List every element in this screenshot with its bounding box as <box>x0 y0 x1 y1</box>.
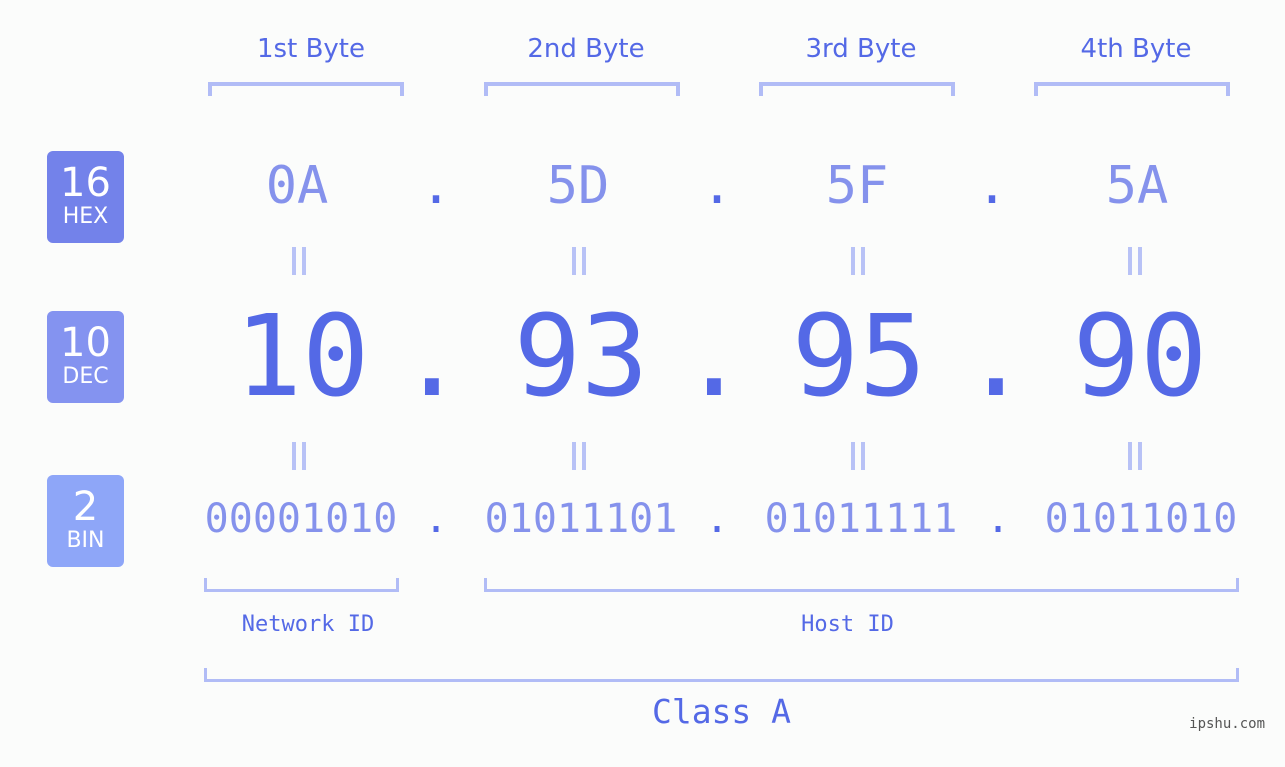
equals-icon <box>290 442 310 470</box>
class-label: Class A <box>651 692 792 731</box>
class-bracket <box>204 668 1239 682</box>
equals-icon <box>290 247 310 275</box>
byte-label-1: 1st Byte <box>257 34 365 64</box>
bin-separator: . <box>985 496 1011 542</box>
byte-bracket-4 <box>1034 82 1230 96</box>
hex-separator: . <box>420 156 452 216</box>
hex-separator: . <box>976 156 1008 216</box>
equals-icon <box>570 442 590 470</box>
equals-icon <box>849 442 869 470</box>
watermark: ipshu.com <box>1189 716 1265 732</box>
byte-bracket-3 <box>759 82 955 96</box>
dec-badge: 10 DEC <box>47 311 124 403</box>
bin-badge: 2 BIN <box>47 475 124 567</box>
dec-separator: . <box>962 292 1030 422</box>
equals-icon <box>1126 442 1146 470</box>
byte-label-3: 3rd Byte <box>805 34 917 64</box>
network-id-label: Network ID <box>241 612 375 637</box>
dec-separator: . <box>398 292 466 422</box>
host-id-bracket <box>484 578 1239 592</box>
byte-bracket-1 <box>208 82 404 96</box>
dec-base: 10 <box>60 320 111 366</box>
host-id-label: Host ID <box>801 612 894 637</box>
bin-separator: . <box>704 496 730 542</box>
hex-base: 16 <box>60 160 111 206</box>
byte-label-2: 2nd Byte <box>527 34 645 64</box>
dec-label: DEC <box>62 364 109 389</box>
bin-separator: . <box>423 496 449 542</box>
network-id-bracket <box>204 578 399 592</box>
hex-separator: . <box>701 156 733 216</box>
dec-separator: . <box>680 292 748 422</box>
byte-bracket-2 <box>484 82 680 96</box>
equals-icon <box>849 247 869 275</box>
bin-base: 2 <box>72 484 99 530</box>
equals-icon <box>1126 247 1146 275</box>
equals-icon <box>570 247 590 275</box>
hex-badge: 16 HEX <box>47 151 124 243</box>
hex-label: HEX <box>62 204 109 229</box>
byte-label-4: 4th Byte <box>1080 34 1192 64</box>
bin-label: BIN <box>66 528 105 553</box>
